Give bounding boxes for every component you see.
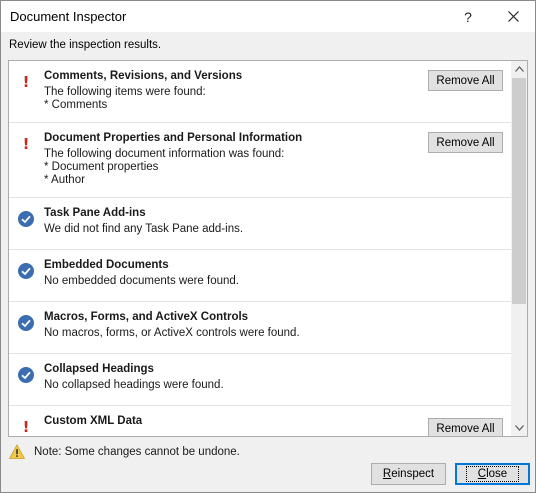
item-line: The following document information was f… (44, 148, 285, 160)
instructions-text: Review the inspection results. (9, 39, 162, 51)
item-heading: Embedded Documents (44, 259, 169, 271)
item-line: * Comments (44, 99, 108, 111)
remove-all-button[interactable]: Remove All (428, 418, 503, 436)
reinspect-button[interactable]: Reinspect (371, 463, 446, 485)
results-items: ! Comments, Revisions, and Versions The … (9, 61, 511, 436)
warning-triangle-icon (9, 444, 25, 459)
item-heading: Collapsed Headings (44, 363, 154, 375)
title-bar: Document Inspector ? (1, 1, 535, 32)
scroll-up-button[interactable] (511, 61, 527, 77)
exclamation-icon: ! (22, 418, 30, 436)
check-circle-icon (17, 210, 35, 228)
close-window-button[interactable] (498, 1, 528, 32)
list-item: Collapsed Headings No collapsed headings… (9, 354, 511, 406)
reinspect-label: Reinspect (382, 468, 435, 480)
item-line: The following items were found: (44, 86, 206, 98)
item-heading: Comments, Revisions, and Versions (44, 70, 243, 82)
item-line: * Document properties (44, 161, 159, 173)
item-line: No collapsed headings were found. (44, 379, 224, 391)
list-item: Macros, Forms, and ActiveX Controls No m… (9, 302, 511, 354)
list-item: ! Comments, Revisions, and Versions The … (9, 61, 511, 123)
item-line: No macros, forms, or ActiveX controls we… (44, 327, 300, 339)
list-item: ! Custom XML Data Remove All (9, 406, 511, 436)
list-item: ! Document Properties and Personal Infor… (9, 123, 511, 198)
close-icon (507, 11, 519, 22)
item-line: We did not find any Task Pane add-ins. (44, 223, 244, 235)
remove-all-button[interactable]: Remove All (428, 70, 503, 91)
remove-all-button[interactable]: Remove All (428, 132, 503, 153)
item-description: No embedded documents were found. (44, 275, 239, 288)
item-heading: Document Properties and Personal Informa… (44, 132, 303, 144)
document-inspector-dialog: Document Inspector ? Review the inspecti… (0, 0, 536, 493)
item-description: No collapsed headings were found. (44, 379, 224, 392)
item-description: The following document information was f… (44, 148, 284, 187)
list-item: Embedded Documents No embedded documents… (9, 250, 511, 302)
check-circle-icon (17, 366, 35, 384)
exclamation-icon: ! (22, 73, 30, 91)
item-description: The following items were found: * Commen… (44, 86, 206, 112)
scroll-thumb[interactable] (512, 78, 526, 304)
check-circle-icon (17, 262, 35, 280)
list-item: Task Pane Add-ins We did not find any Ta… (9, 198, 511, 250)
close-button[interactable]: Close (455, 463, 530, 485)
help-icon: ? (464, 8, 472, 25)
item-heading: Task Pane Add-ins (44, 207, 146, 219)
chevron-down-icon (514, 425, 524, 431)
item-line: No embedded documents were found. (44, 275, 239, 287)
item-description: We did not find any Task Pane add-ins. (44, 223, 243, 236)
inspection-results-list[interactable]: ! Comments, Revisions, and Versions The … (8, 60, 528, 437)
check-circle-icon (17, 314, 35, 332)
scroll-down-button[interactable] (511, 420, 527, 436)
undo-warning-note: Note: Some changes cannot be undone. (9, 443, 240, 461)
vertical-scrollbar[interactable] (511, 61, 527, 436)
note-text: Note: Some changes cannot be undone. (34, 446, 240, 458)
close-label: Close (465, 466, 520, 482)
help-button[interactable]: ? (453, 1, 483, 32)
exclamation-icon: ! (22, 135, 30, 153)
chevron-up-icon (514, 66, 524, 72)
dialog-title: Document Inspector (10, 9, 127, 24)
item-line: * Author (44, 174, 85, 186)
item-description: No macros, forms, or ActiveX controls we… (44, 327, 300, 340)
item-heading: Custom XML Data (44, 415, 143, 427)
item-heading: Macros, Forms, and ActiveX Controls (44, 311, 249, 323)
